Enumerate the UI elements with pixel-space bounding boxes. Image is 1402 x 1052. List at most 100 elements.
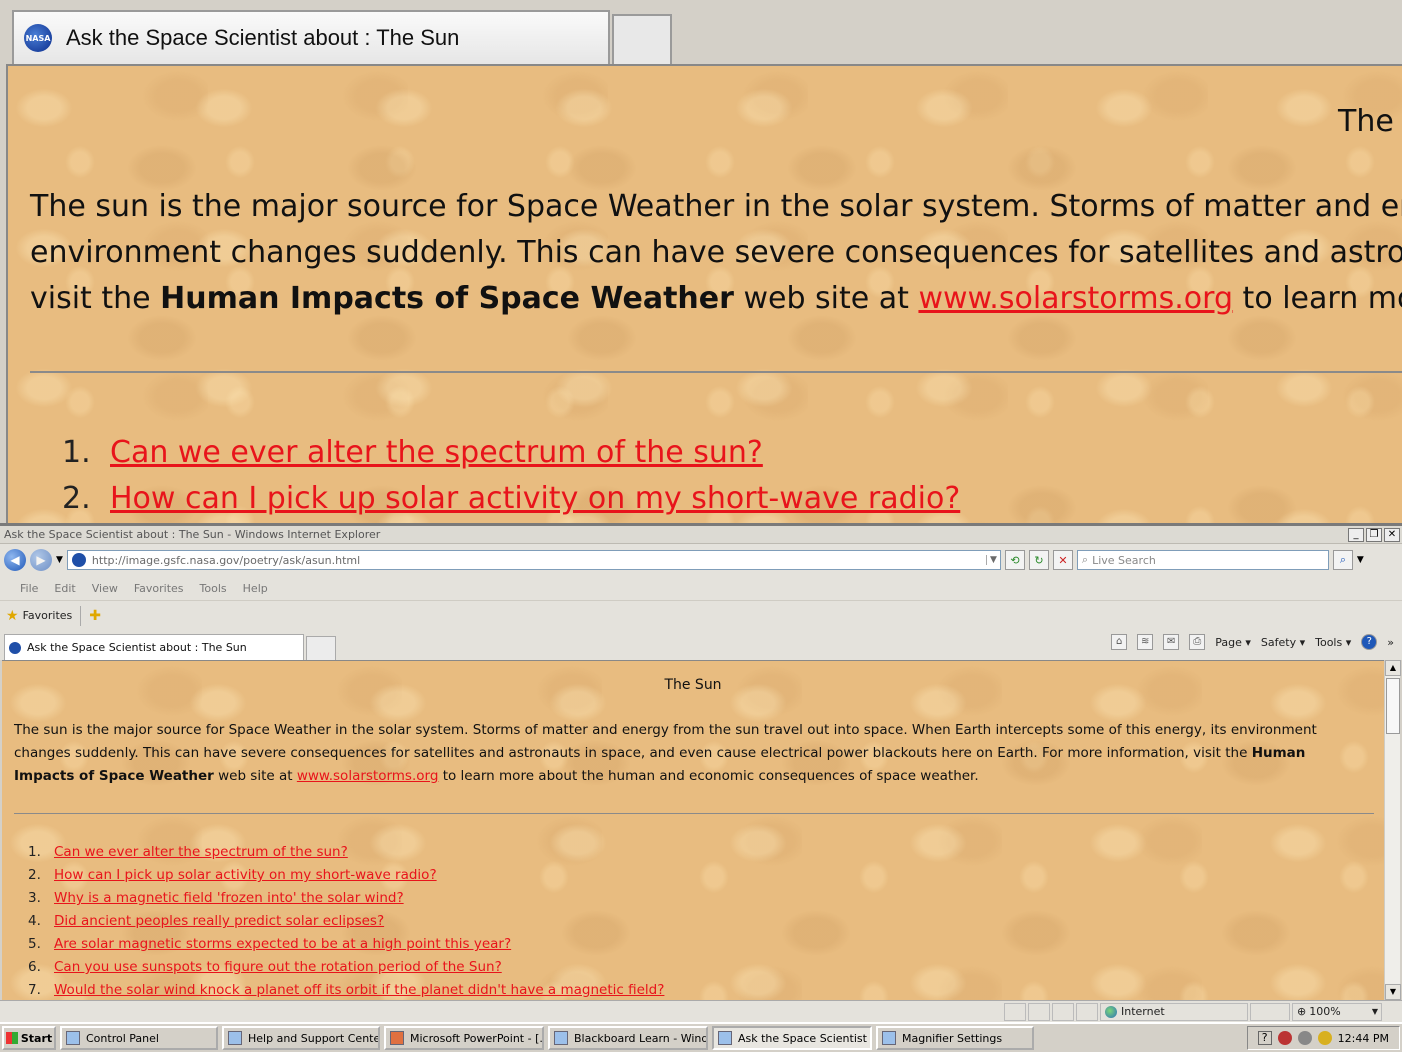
- question-link[interactable]: Are solar magnetic storms expected to be…: [54, 933, 511, 956]
- window-title-bar: Ask the Space Scientist about : The Sun …: [0, 526, 1402, 544]
- search-options-icon[interactable]: ▼: [1357, 555, 1364, 565]
- windows-logo-icon: [5, 1032, 18, 1044]
- zoom-icon: ⊕: [1297, 1005, 1307, 1018]
- history-dropdown-icon[interactable]: ▼: [56, 555, 63, 565]
- new-tab-button[interactable]: [306, 636, 336, 660]
- add-favorite-icon[interactable]: ✚: [89, 608, 101, 624]
- ie-icon: [554, 1031, 568, 1045]
- taskbar-item-control-panel[interactable]: Control Panel: [60, 1026, 218, 1050]
- page-menu[interactable]: Page ▾: [1215, 636, 1251, 649]
- restore-button[interactable]: ❐: [1366, 527, 1382, 542]
- favorites-button[interactable]: Favorites: [23, 609, 73, 622]
- menu-view[interactable]: View: [92, 582, 118, 595]
- magnified-para-line: The sun is the major source for Space We…: [30, 189, 1402, 224]
- taskbar-item-space-scientist[interactable]: Ask the Space Scientist a...: [712, 1026, 872, 1050]
- magnified-para-line: visit the Human Impacts of Space Weather…: [30, 281, 1402, 316]
- magnified-new-tab-button[interactable]: [612, 14, 672, 64]
- solarstorms-link[interactable]: www.solarstorms.org: [297, 768, 439, 784]
- status-bar: Internet ⊕ 100% ▼: [0, 1000, 1402, 1022]
- magnified-tab[interactable]: NASA Ask the Space Scientist about : The…: [12, 10, 610, 64]
- status-cell: [1052, 1002, 1074, 1021]
- vertical-scrollbar[interactable]: ▲ ▼: [1384, 660, 1401, 1000]
- zoom-level[interactable]: ⊕ 100% ▼: [1292, 1002, 1382, 1021]
- shield-icon[interactable]: [1317, 1031, 1332, 1045]
- question-link[interactable]: Did ancient peoples really predict solar…: [54, 910, 384, 933]
- taskbar-item-magnifier[interactable]: Magnifier Settings: [876, 1026, 1034, 1050]
- print-icon[interactable]: ⎙: [1189, 634, 1206, 650]
- menu-edit[interactable]: Edit: [54, 582, 75, 595]
- menu-help[interactable]: Help: [243, 582, 268, 595]
- list-item: 2. How can I pick up solar activity on m…: [62, 476, 960, 522]
- security-icon[interactable]: [1277, 1031, 1292, 1045]
- address-field[interactable]: http://image.gsfc.nasa.gov/poetry/ask/as…: [66, 550, 1001, 570]
- list-item: 5. Are solar magnetic storms expected to …: [28, 933, 664, 956]
- favorites-star-icon: ★: [6, 607, 19, 624]
- window-title: Ask the Space Scientist about : The Sun …: [4, 528, 381, 541]
- security-zone: Internet: [1100, 1002, 1248, 1021]
- address-dropdown-icon[interactable]: ▼: [986, 555, 1000, 565]
- help-icon[interactable]: ?: [1257, 1031, 1272, 1045]
- chevron-right-icon[interactable]: »: [1387, 636, 1394, 649]
- powerpoint-icon: [390, 1031, 404, 1045]
- home-icon[interactable]: ⌂: [1111, 634, 1128, 650]
- scroll-down-icon[interactable]: ▼: [1385, 984, 1401, 1000]
- tab-row: Ask the Space Scientist about : The Sun …: [0, 630, 1402, 660]
- taskbar-item-blackboard[interactable]: Blackboard Learn - Wind...: [548, 1026, 708, 1050]
- search-icon[interactable]: ⌕: [1332, 550, 1353, 570]
- safety-menu[interactable]: Safety ▾: [1261, 636, 1305, 649]
- feeds-icon[interactable]: ≋: [1137, 634, 1154, 650]
- magnified-solarstorms-link[interactable]: www.solarstorms.org: [918, 281, 1233, 316]
- menu-file[interactable]: File: [20, 582, 38, 595]
- status-text: [2, 1003, 1002, 1021]
- magnified-page: The : The sun is the major source for Sp…: [6, 64, 1402, 523]
- close-button[interactable]: ✕: [1384, 527, 1400, 542]
- command-bar: ⌂ ≋ ✉ ⎙ Page ▾ Safety ▾ Tools ▾ ? »: [1111, 634, 1394, 650]
- favorites-bar: ★ Favorites ✚: [0, 600, 1402, 630]
- question-link[interactable]: How can I pick up solar activity on my s…: [54, 864, 437, 887]
- refresh-icon[interactable]: ↻: [1028, 550, 1049, 570]
- magnified-page-title: The :: [1338, 104, 1402, 139]
- address-bar-row: ◀ ▶ ▼ http://image.gsfc.nasa.gov/poetry/…: [0, 544, 1402, 576]
- tab-active[interactable]: Ask the Space Scientist about : The Sun: [4, 634, 304, 660]
- status-cell: [1028, 1002, 1050, 1021]
- question-link[interactable]: Can you use sunspots to figure out the r…: [54, 956, 502, 979]
- list-item: 4. Did ancient peoples really predict sol…: [28, 910, 664, 933]
- magnified-intro-paragraph: The sun is the major source for Space We…: [30, 184, 1402, 322]
- chevron-down-icon: ▼: [1371, 1007, 1378, 1016]
- help-icon: [228, 1031, 242, 1045]
- protected-mode-icon[interactable]: [1250, 1002, 1290, 1021]
- help-icon[interactable]: ?: [1361, 634, 1378, 650]
- menu-favorites[interactable]: Favorites: [134, 582, 184, 595]
- mail-icon[interactable]: ✉: [1163, 634, 1180, 650]
- taskbar-item-help-support[interactable]: Help and Support Center: [222, 1026, 380, 1050]
- divider: [80, 605, 82, 626]
- list-item: 2. How can I pick up solar activity on my…: [28, 864, 664, 887]
- question-link[interactable]: Can we ever alter the spectrum of the su…: [110, 430, 763, 476]
- question-link[interactable]: Would the solar wind knock a planet off …: [54, 979, 664, 1000]
- question-link[interactable]: Can we ever alter the spectrum of the su…: [54, 841, 348, 864]
- question-link[interactable]: How can I pick up solar activity on my s…: [110, 476, 960, 522]
- status-cell: [1004, 1002, 1026, 1021]
- tools-menu[interactable]: Tools ▾: [1315, 636, 1351, 649]
- taskbar-item-powerpoint[interactable]: Microsoft PowerPoint - [...: [384, 1026, 544, 1050]
- compatibility-icon[interactable]: ⟲: [1004, 550, 1025, 570]
- magnifier-view: NASA Ask the Space Scientist about : The…: [0, 0, 1402, 526]
- internet-globe-icon: [1105, 1005, 1117, 1018]
- scroll-up-icon[interactable]: ▲: [1385, 660, 1401, 676]
- list-item: 6. Can you use sunspots to figure out the…: [28, 956, 664, 979]
- stop-icon[interactable]: ✕: [1052, 550, 1073, 570]
- menu-tools[interactable]: Tools: [200, 582, 227, 595]
- network-icon[interactable]: [1297, 1031, 1312, 1045]
- forward-button[interactable]: ▶: [30, 549, 52, 571]
- minimize-button[interactable]: _: [1348, 527, 1364, 542]
- back-button[interactable]: ◀: [4, 549, 26, 571]
- magnified-divider: [30, 371, 1402, 373]
- search-provider-icon: ⌕: [1081, 553, 1089, 566]
- scroll-thumb[interactable]: [1386, 678, 1400, 734]
- magnifier-icon: [882, 1031, 896, 1045]
- question-link[interactable]: Why is a magnetic field 'frozen into' th…: [54, 887, 404, 910]
- ie-icon: [718, 1031, 732, 1045]
- clock[interactable]: 12:44 PM: [1338, 1032, 1389, 1045]
- search-input[interactable]: ⌕ Live Search: [1076, 550, 1329, 570]
- start-button[interactable]: Start: [2, 1026, 56, 1050]
